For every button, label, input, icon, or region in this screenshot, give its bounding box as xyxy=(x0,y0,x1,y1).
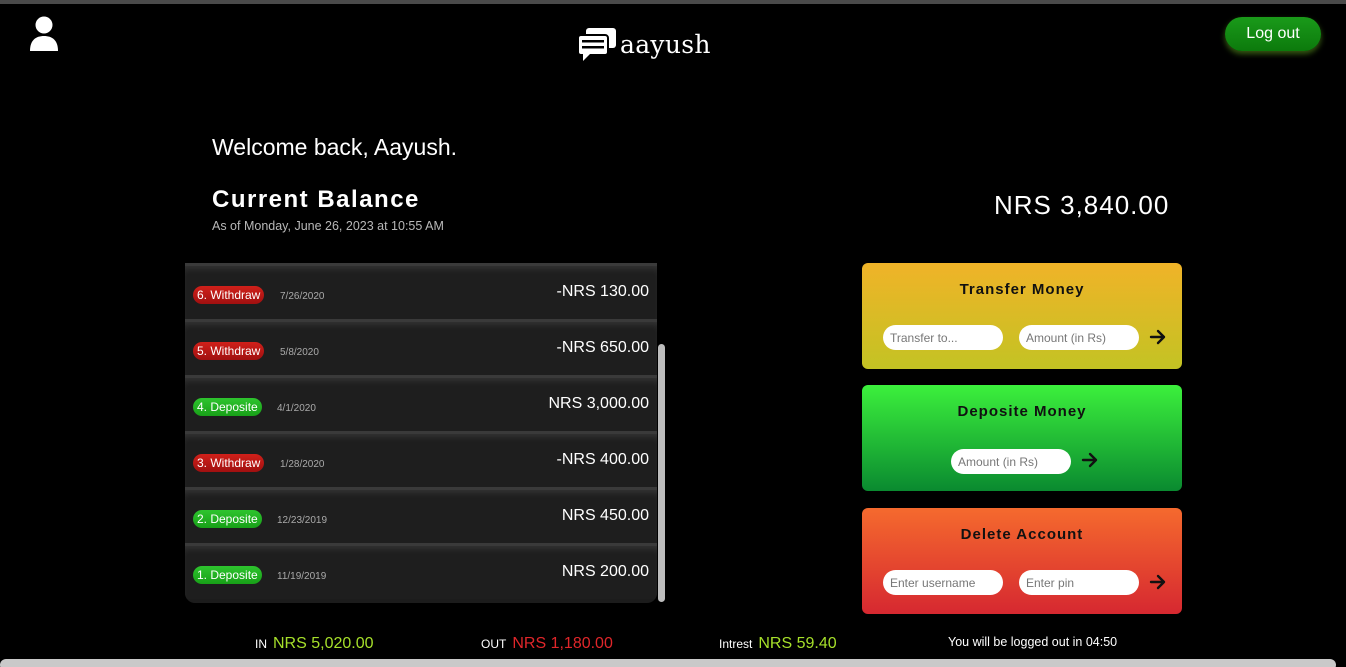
delete-title: Delete Account xyxy=(960,526,1084,543)
movement-date: 1/28/2020 xyxy=(280,459,325,470)
movement-type-badge: 5. Withdraw xyxy=(193,342,265,360)
logo-text: aayush xyxy=(620,29,711,59)
movement-date: 4/1/2020 xyxy=(277,403,316,414)
arrow-right-icon[interactable] xyxy=(1148,326,1168,348)
delete-account-panel: Delete Account xyxy=(862,508,1182,614)
top-bar: aayush Log out xyxy=(0,4,1346,74)
balance-amount: NRS 3,840.00 xyxy=(994,190,1170,220)
delete-pin-input[interactable] xyxy=(1019,570,1139,595)
welcome-message: Welcome back, Aayush. xyxy=(212,134,458,160)
movement-type-badge: 3. Withdraw xyxy=(193,454,265,472)
transfer-panel: Transfer Money xyxy=(862,263,1182,369)
user-icon[interactable] xyxy=(29,16,59,52)
movement-type-badge: 6. Withdraw xyxy=(193,286,265,304)
summary-out-value: NRS 1,180.00 xyxy=(512,635,613,652)
movement-amount: NRS 450.00 xyxy=(561,507,649,524)
balance-date: As of Monday, June 26, 2023 at 10:55 AM xyxy=(212,219,444,233)
deposit-title: Deposite Money xyxy=(957,403,1087,420)
movement-type-badge: 1. Deposite xyxy=(193,566,262,584)
summary-in-label: IN xyxy=(255,637,267,651)
movements-scrollbar-thumb[interactable] xyxy=(658,344,665,602)
summary-interest: Intrest NRS 59.40 xyxy=(719,635,837,653)
summary-out: OUT NRS 1,180.00 xyxy=(481,635,613,653)
movement-row: 1. Deposite 11/19/2019 NRS 200.00 xyxy=(185,543,657,599)
movement-amount: NRS 3,000.00 xyxy=(548,395,649,412)
movement-amount: -NRS 130.00 xyxy=(556,283,650,300)
movement-date: 7/26/2020 xyxy=(280,291,325,302)
summary-interest-label: Intrest xyxy=(719,637,753,651)
delete-username-input[interactable] xyxy=(883,570,1003,595)
balance-title: Current Balance xyxy=(212,186,420,213)
movement-date: 11/19/2019 xyxy=(277,571,327,582)
transfer-to-input[interactable] xyxy=(883,325,1003,350)
summary-in-value: NRS 5,020.00 xyxy=(273,635,374,652)
summary-in: IN NRS 5,020.00 xyxy=(255,635,374,653)
summary-interest-value: NRS 59.40 xyxy=(758,635,837,652)
horizontal-scrollbar[interactable] xyxy=(0,659,1336,667)
arrow-right-icon[interactable] xyxy=(1080,449,1100,471)
movement-amount: -NRS 650.00 xyxy=(556,339,650,356)
logout-button[interactable]: Log out xyxy=(1225,17,1321,51)
logo: aayush xyxy=(572,16,718,72)
movement-row: 2. Deposite 12/23/2019 NRS 450.00 xyxy=(185,487,657,543)
movement-type-badge: 4. Deposite xyxy=(193,398,262,416)
movement-row: 6. Withdraw 7/26/2020 -NRS 130.00 xyxy=(185,263,657,319)
movement-row: 3. Withdraw 1/28/2020 -NRS 400.00 xyxy=(185,431,657,487)
summary-out-label: OUT xyxy=(481,637,507,651)
logout-timer: You will be logged out in 04:50 xyxy=(948,635,1118,649)
transfer-title: Transfer Money xyxy=(959,281,1085,298)
movement-row: 4. Deposite 4/1/2020 NRS 3,000.00 xyxy=(185,375,657,431)
movement-date: 12/23/2019 xyxy=(277,515,328,526)
movement-amount: NRS 200.00 xyxy=(561,563,649,580)
movement-date: 5/8/2020 xyxy=(280,347,319,358)
movement-type-badge: 2. Deposite xyxy=(193,510,262,528)
arrow-right-icon[interactable] xyxy=(1148,571,1168,593)
movements-list[interactable]: 6. Withdraw 7/26/2020 -NRS 130.00 5. Wit… xyxy=(185,263,657,603)
movement-amount: -NRS 400.00 xyxy=(556,451,650,468)
deposit-panel: Deposite Money xyxy=(862,385,1182,491)
chat-bubbles-icon xyxy=(577,28,616,61)
movement-row: 5. Withdraw 5/8/2020 -NRS 650.00 xyxy=(185,319,657,375)
deposit-amount-input[interactable] xyxy=(951,449,1071,474)
transfer-amount-input[interactable] xyxy=(1019,325,1139,350)
